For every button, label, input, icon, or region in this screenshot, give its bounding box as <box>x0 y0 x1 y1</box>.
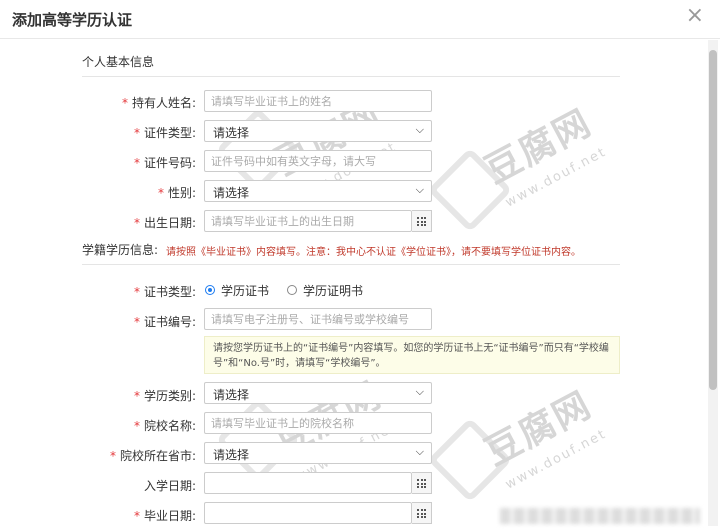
section-divider <box>82 76 620 77</box>
watermark-brand: 豆腐网 <box>478 102 599 192</box>
section-edu-title: 学籍学历信息: <box>82 243 159 257</box>
watermark-logo <box>215 397 301 483</box>
enroll-date-input[interactable] <box>204 472 412 494</box>
dialog-title: 添加高等学历认证 <box>12 11 133 29</box>
chevron-down-icon: ⌵ <box>415 385 424 398</box>
id-type-value: 请选择 <box>213 126 250 140</box>
scrollbar-thumb[interactable] <box>709 50 717 390</box>
cert-type-option-degree[interactable]: 学历证书 <box>221 282 269 299</box>
dialog-titlebar: 添加高等学历认证 × <box>0 0 720 39</box>
school-province-select[interactable]: 请选择 ⌵ <box>204 442 432 464</box>
gender-label: * 性别: <box>157 186 196 200</box>
grad-date-input[interactable] <box>204 502 412 524</box>
cert-type-radio-degree[interactable] <box>205 285 215 295</box>
school-name-label: * 院校名称: <box>133 419 196 433</box>
gender-select[interactable]: 请选择 ⌵ <box>204 180 432 202</box>
watermark-url: www.douf.net <box>503 426 610 493</box>
watermark-url: www.douf.net <box>503 144 610 211</box>
edu-category-select[interactable]: 请选择 ⌵ <box>204 382 432 404</box>
blurred-region <box>500 508 700 524</box>
cert-number-input[interactable] <box>204 308 432 330</box>
cert-type-option-proof[interactable]: 学历证明书 <box>303 282 363 299</box>
enroll-date-label: 入学日期: <box>143 479 196 493</box>
watermark-logo <box>427 147 513 233</box>
id-number-input[interactable] <box>204 150 432 172</box>
school-province-value: 请选择 <box>213 448 250 462</box>
school-name-input[interactable] <box>204 412 432 434</box>
cert-number-tip: 请按您学历证书上的“证书编号”内容填写。如您的学历证书上无“证书编号”而只有“学… <box>204 336 620 374</box>
chevron-down-icon: ⌵ <box>415 183 424 196</box>
calendar-icon <box>417 479 426 488</box>
edu-category-value: 请选择 <box>213 388 250 402</box>
gender-value: 请选择 <box>213 186 250 200</box>
calendar-button[interactable] <box>412 472 432 494</box>
close-icon[interactable]: × <box>686 4 704 28</box>
cert-type-label: * 证书类型: <box>133 285 196 299</box>
section-divider <box>82 264 620 265</box>
birth-date-input[interactable] <box>204 210 412 232</box>
id-type-label: * 证件类型: <box>133 126 196 140</box>
calendar-icon <box>417 509 426 518</box>
birth-date-label: * 出生日期: <box>133 216 196 230</box>
watermark-logo <box>427 417 513 503</box>
section-basic-title: 个人基本信息 <box>82 55 155 69</box>
scrollbar[interactable] <box>708 40 718 526</box>
add-education-dialog: 豆腐网 www.douf.net 豆腐网 www.douf.net 豆腐网 ww… <box>0 0 720 530</box>
watermark-brand: 豆腐网 <box>478 384 599 474</box>
grad-date-label: * 毕业日期: <box>133 509 196 523</box>
cert-number-label: * 证书编号: <box>133 315 196 329</box>
id-number-label: * 证件号码: <box>133 156 196 170</box>
calendar-button[interactable] <box>412 502 432 524</box>
chevron-down-icon: ⌵ <box>415 123 424 136</box>
section-edu-note: 请按照《毕业证书》内容填写。注意：我中心不认证《学位证书》，请不要填写学位证书内… <box>166 247 581 258</box>
chevron-down-icon: ⌵ <box>415 445 424 458</box>
calendar-button[interactable] <box>412 210 432 232</box>
calendar-icon <box>417 217 426 226</box>
cert-type-radio-proof[interactable] <box>287 285 297 295</box>
edu-category-label: * 学历类别: <box>133 389 196 403</box>
id-type-select[interactable]: 请选择 ⌵ <box>204 120 432 142</box>
name-label: * 持有人姓名: <box>121 96 196 110</box>
school-province-label: * 院校所在省市: <box>109 449 196 463</box>
holder-name-input[interactable] <box>204 90 432 112</box>
